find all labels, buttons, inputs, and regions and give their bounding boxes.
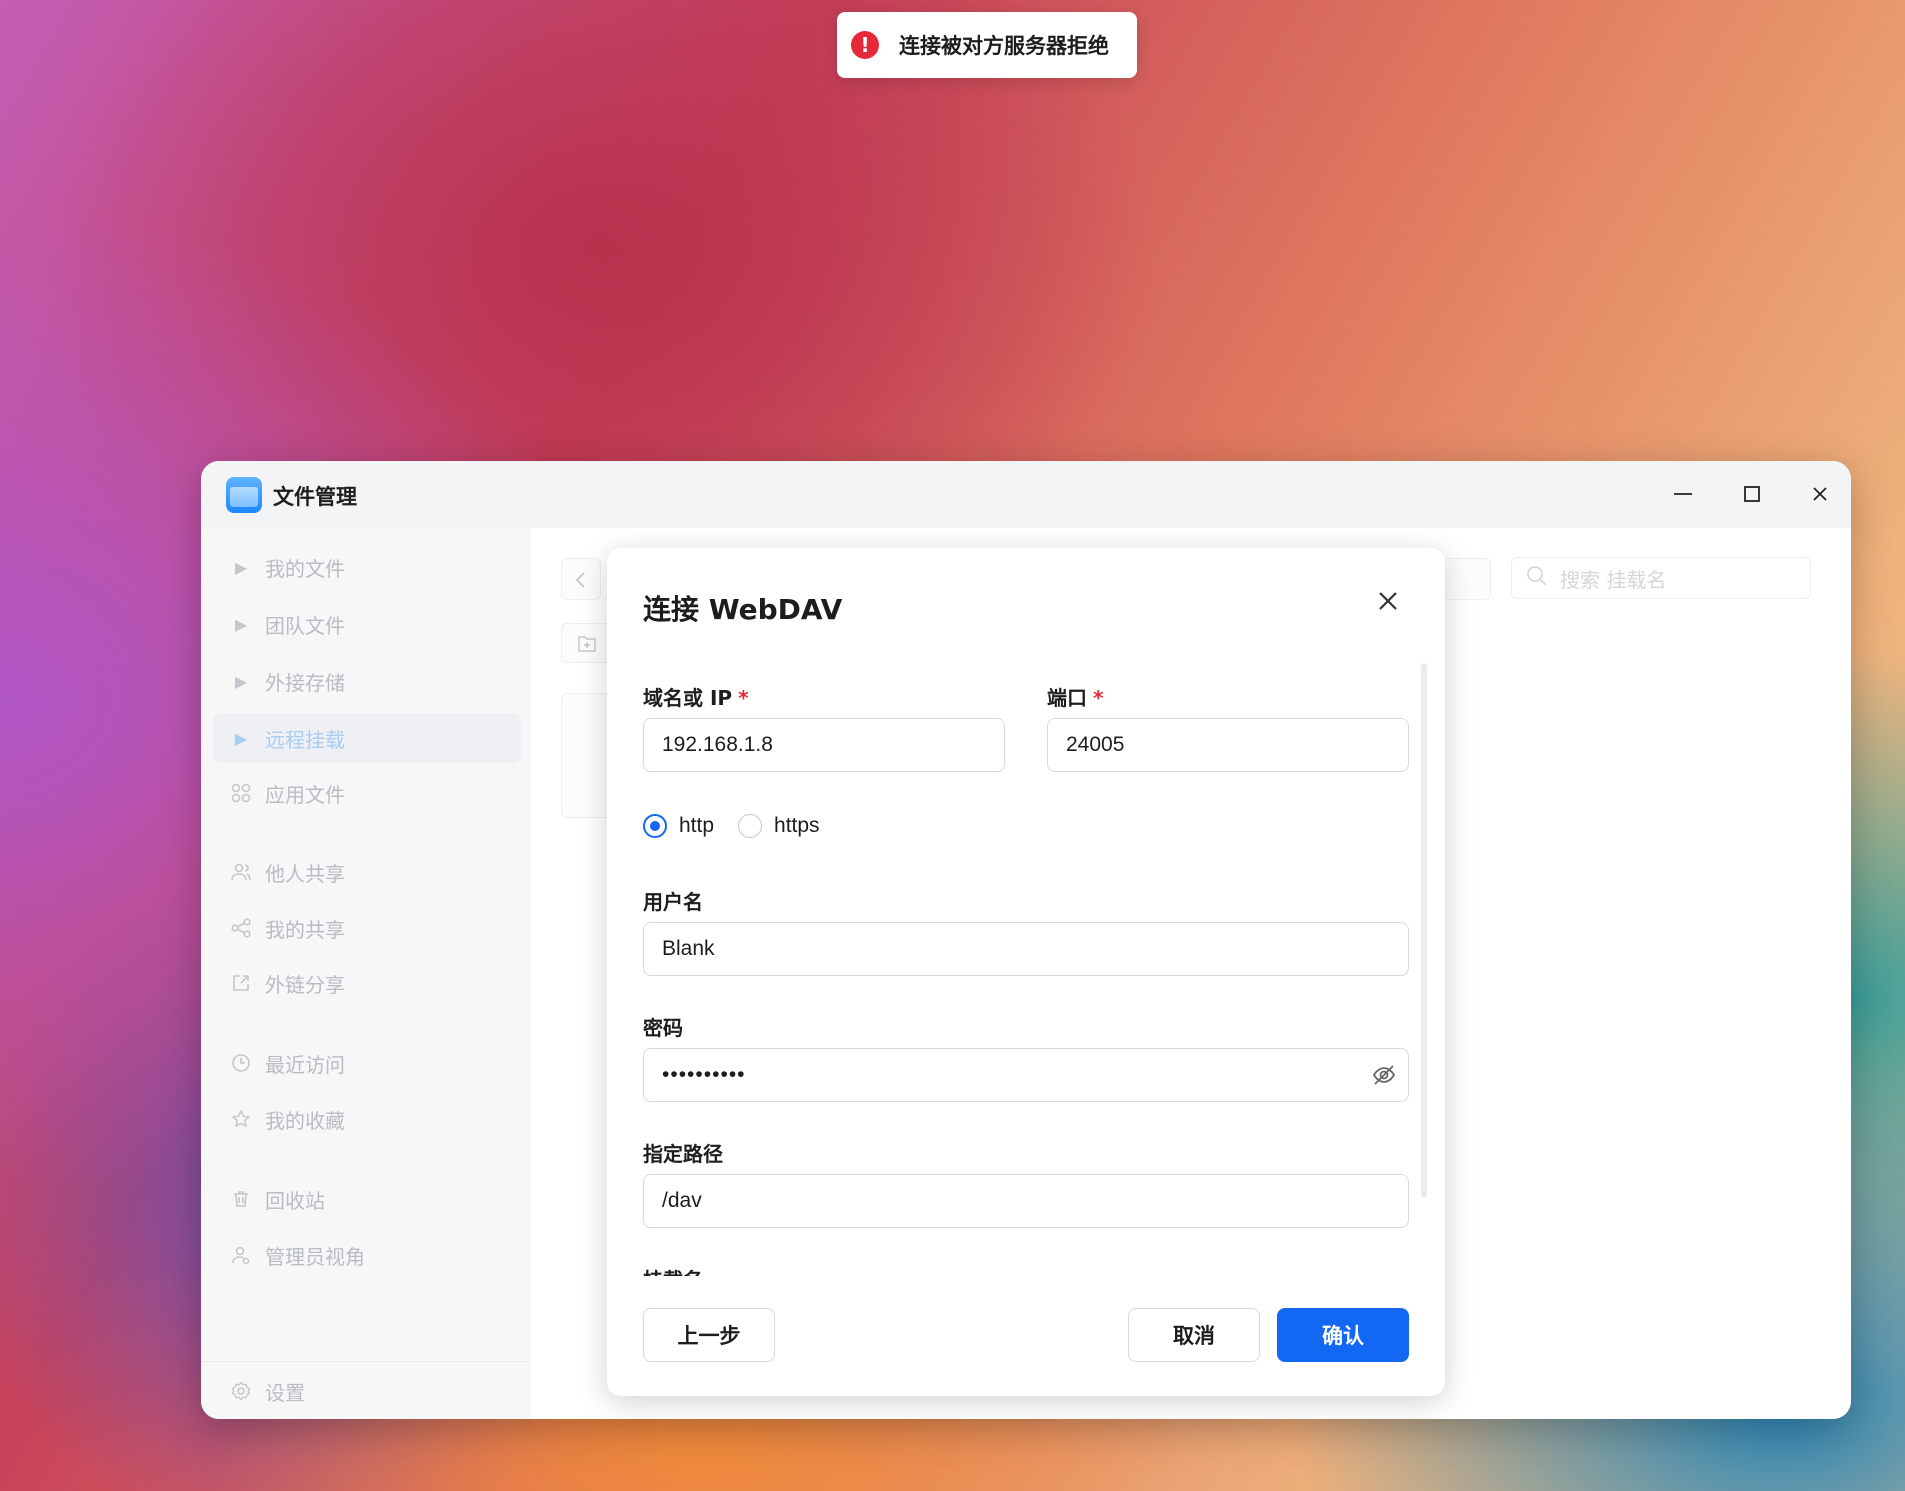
close-window-button[interactable] [1805, 479, 1835, 509]
password-label: 密码 [643, 1016, 683, 1040]
sidebar-item-label: 应用文件 [265, 782, 345, 807]
apps-grid-icon [227, 783, 255, 803]
caret-right-icon: ▶ [234, 614, 248, 634]
maximize-button[interactable] [1737, 479, 1767, 509]
sidebar-item-external-storage[interactable]: ▶ 外接存储 [213, 656, 521, 706]
confirm-button[interactable]: 确认 [1277, 1308, 1409, 1362]
share-icon [227, 918, 255, 938]
sidebar-item-label: 外接存储 [265, 670, 345, 695]
sidebar-item-label: 我的收藏 [265, 1108, 345, 1133]
trash-icon [227, 1189, 255, 1209]
title-bar: 文件管理 [201, 461, 1851, 528]
back-button[interactable] [561, 558, 601, 600]
caret-right-icon: ▶ [234, 728, 248, 748]
radio-https-label[interactable]: https [774, 814, 820, 838]
sidebar-item-my-shares[interactable]: 我的共享 [213, 903, 521, 953]
password-value: •••••••••• [662, 1063, 746, 1086]
sidebar-item-team-files[interactable]: ▶ 团队文件 [213, 599, 521, 649]
previous-step-button[interactable]: 上一步 [643, 1308, 775, 1362]
sidebar-item-label: 管理员视角 [265, 1244, 365, 1269]
sidebar-item-label: 我的文件 [265, 556, 345, 581]
settings-button[interactable]: 设置 [213, 1366, 521, 1416]
port-label: 端口 * [1047, 686, 1104, 710]
clock-icon [227, 1053, 255, 1073]
search-placeholder: 搜索 挂载名 [1560, 567, 1667, 592]
error-toast: ! 连接被对方服务器拒绝 [837, 12, 1137, 78]
eye-off-icon[interactable] [1372, 1064, 1396, 1086]
sidebar-item-label: 外链分享 [265, 972, 345, 997]
sidebar-item-label: 回收站 [265, 1188, 325, 1213]
new-folder-button[interactable] [561, 623, 611, 663]
app-title: 文件管理 [273, 485, 357, 509]
caret-right-icon: ▶ [234, 557, 248, 577]
username-input[interactable]: Blank [643, 922, 1409, 976]
sidebar-item-admin-view[interactable]: 管理员视角 [213, 1230, 521, 1280]
sidebar-item-label: 我的共享 [265, 917, 345, 942]
sidebar-item-label: 团队文件 [265, 613, 345, 638]
username-label: 用户名 [643, 890, 703, 914]
close-icon [1379, 592, 1397, 610]
sidebar-item-label: 远程挂载 [265, 727, 345, 752]
host-label: 域名或 IP * [643, 686, 749, 710]
sidebar-item-label: 最近访问 [265, 1052, 345, 1077]
close-icon [1813, 487, 1827, 501]
folder-add-icon [578, 636, 596, 652]
cancel-button[interactable]: 取消 [1128, 1308, 1260, 1362]
path-input[interactable]: /dav [643, 1174, 1409, 1228]
minimize-icon [1674, 493, 1692, 495]
admin-user-icon [227, 1245, 255, 1265]
scrollbar[interactable] [1421, 663, 1427, 1198]
external-link-icon [227, 973, 255, 993]
folder-app-icon [226, 477, 262, 513]
host-input[interactable]: 192.168.1.8 [643, 718, 1005, 772]
users-icon [227, 862, 255, 882]
sidebar-item-label: 他人共享 [265, 861, 345, 886]
dialog-title: 连接 WebDAV [643, 593, 843, 626]
radio-http-label[interactable]: http [679, 814, 714, 838]
sidebar-item-my-files[interactable]: ▶ 我的文件 [213, 542, 521, 592]
sidebar-item-link-shares[interactable]: 外链分享 [213, 958, 521, 1008]
gear-icon [227, 1381, 255, 1401]
path-label: 指定路径 [643, 1142, 723, 1166]
radio-http[interactable] [643, 814, 667, 838]
error-icon: ! [851, 31, 879, 59]
chevron-left-icon [575, 572, 585, 588]
sidebar-item-app-files[interactable]: 应用文件 [213, 768, 521, 818]
minimize-button[interactable] [1668, 479, 1698, 509]
port-input[interactable]: 24005 [1047, 718, 1409, 772]
mount-name-label: 挂载名 [643, 1264, 703, 1276]
maximize-icon [1744, 486, 1760, 502]
sidebar: ▶ 我的文件 ▶ 团队文件 ▶ 外接存储 ▶ 远程挂载 应用文件 他人共享 我的… [201, 528, 531, 1419]
radio-https[interactable] [738, 814, 763, 838]
sidebar-item-favorites[interactable]: 我的收藏 [213, 1094, 521, 1144]
protocol-radio-group: http https [643, 814, 844, 838]
search-input[interactable]: 搜索 挂载名 [1511, 557, 1811, 599]
sidebar-item-recycle-bin[interactable]: 回收站 [213, 1174, 521, 1224]
webdav-dialog: 连接 WebDAV 域名或 IP * 192.168.1.8 端口 * 24005 … [607, 548, 1445, 1396]
caret-right-icon: ▶ [234, 671, 248, 691]
sidebar-item-recent[interactable]: 最近访问 [213, 1038, 521, 1088]
search-icon [1526, 565, 1548, 592]
sidebar-footer: 设置 [201, 1361, 531, 1419]
settings-label: 设置 [265, 1380, 305, 1405]
sidebar-item-remote-mount[interactable]: ▶ 远程挂载 [213, 713, 521, 763]
toast-message: 连接被对方服务器拒绝 [899, 34, 1109, 58]
dialog-close-button[interactable] [1373, 588, 1403, 618]
sidebar-item-shared-with-me[interactable]: 他人共享 [213, 847, 521, 897]
star-icon [227, 1109, 255, 1129]
password-input[interactable]: •••••••••• [643, 1048, 1409, 1102]
